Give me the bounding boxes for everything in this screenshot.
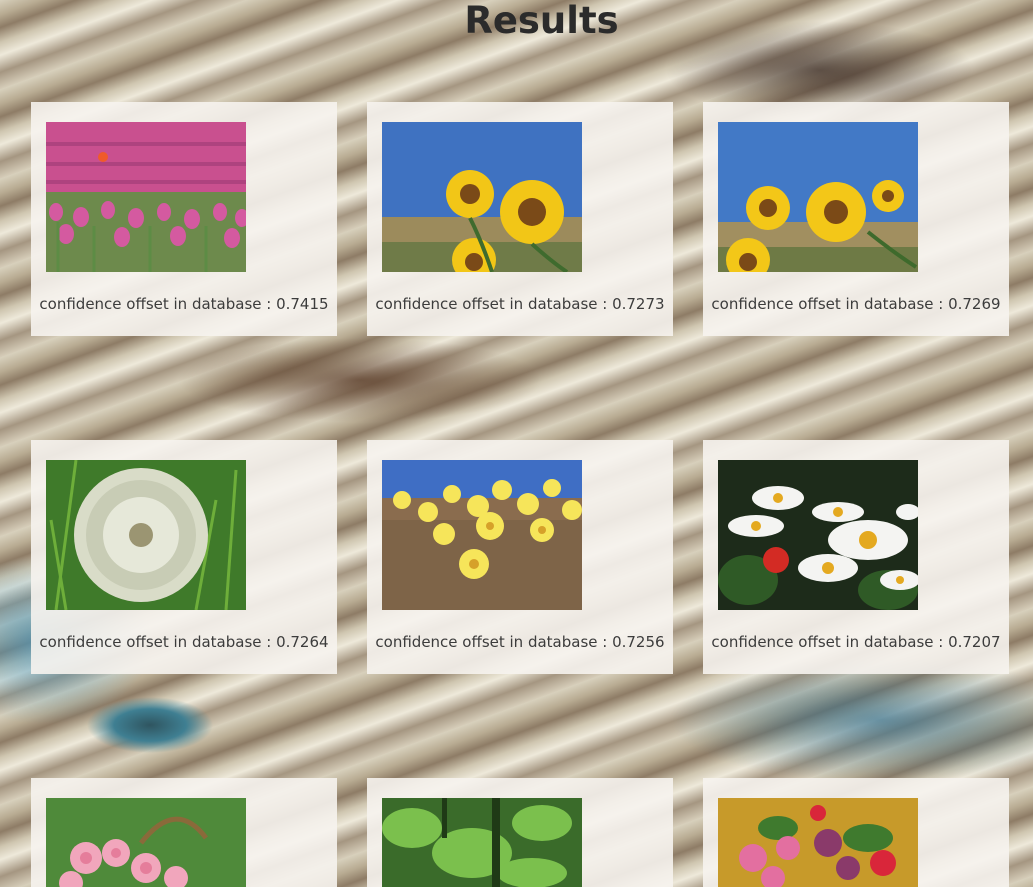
result-card[interactable]: confidence offset in database : 0.7273 <box>367 102 673 336</box>
confidence-caption: confidence offset in database : 0.7273 <box>375 295 665 313</box>
sunflowers-image[interactable] <box>382 122 582 272</box>
sunflowers-image[interactable] <box>718 122 918 272</box>
confidence-caption: confidence offset in database : 0.7415 <box>39 295 329 313</box>
result-card[interactable]: confidence offset in database : 0.7256 <box>367 440 673 674</box>
confidence-caption: confidence offset in database : 0.7269 <box>711 295 1001 313</box>
result-card[interactable] <box>31 778 337 887</box>
result-card[interactable]: confidence offset in database : 0.7415 <box>31 102 337 336</box>
yellow-wildflowers-image[interactable] <box>382 460 582 610</box>
flower-bouquet-image[interactable] <box>718 798 918 887</box>
confidence-caption: confidence offset in database : 0.7264 <box>39 633 329 651</box>
result-card[interactable]: confidence offset in database : 0.7269 <box>703 102 1009 336</box>
result-card[interactable] <box>703 778 1009 887</box>
daisies-image[interactable] <box>718 460 918 610</box>
tulip-field-image[interactable] <box>46 122 246 272</box>
roses-basket-image[interactable] <box>46 798 246 887</box>
confidence-caption: confidence offset in database : 0.7256 <box>375 633 665 651</box>
result-card[interactable]: confidence offset in database : 0.7264 <box>31 440 337 674</box>
dandelion-seedhead-image[interactable] <box>46 460 246 610</box>
confidence-caption: confidence offset in database : 0.7207 <box>711 633 1001 651</box>
green-foliage-image[interactable] <box>382 798 582 887</box>
result-card[interactable] <box>367 778 673 887</box>
page-title: Results <box>464 0 619 42</box>
result-card[interactable]: confidence offset in database : 0.7207 <box>703 440 1009 674</box>
